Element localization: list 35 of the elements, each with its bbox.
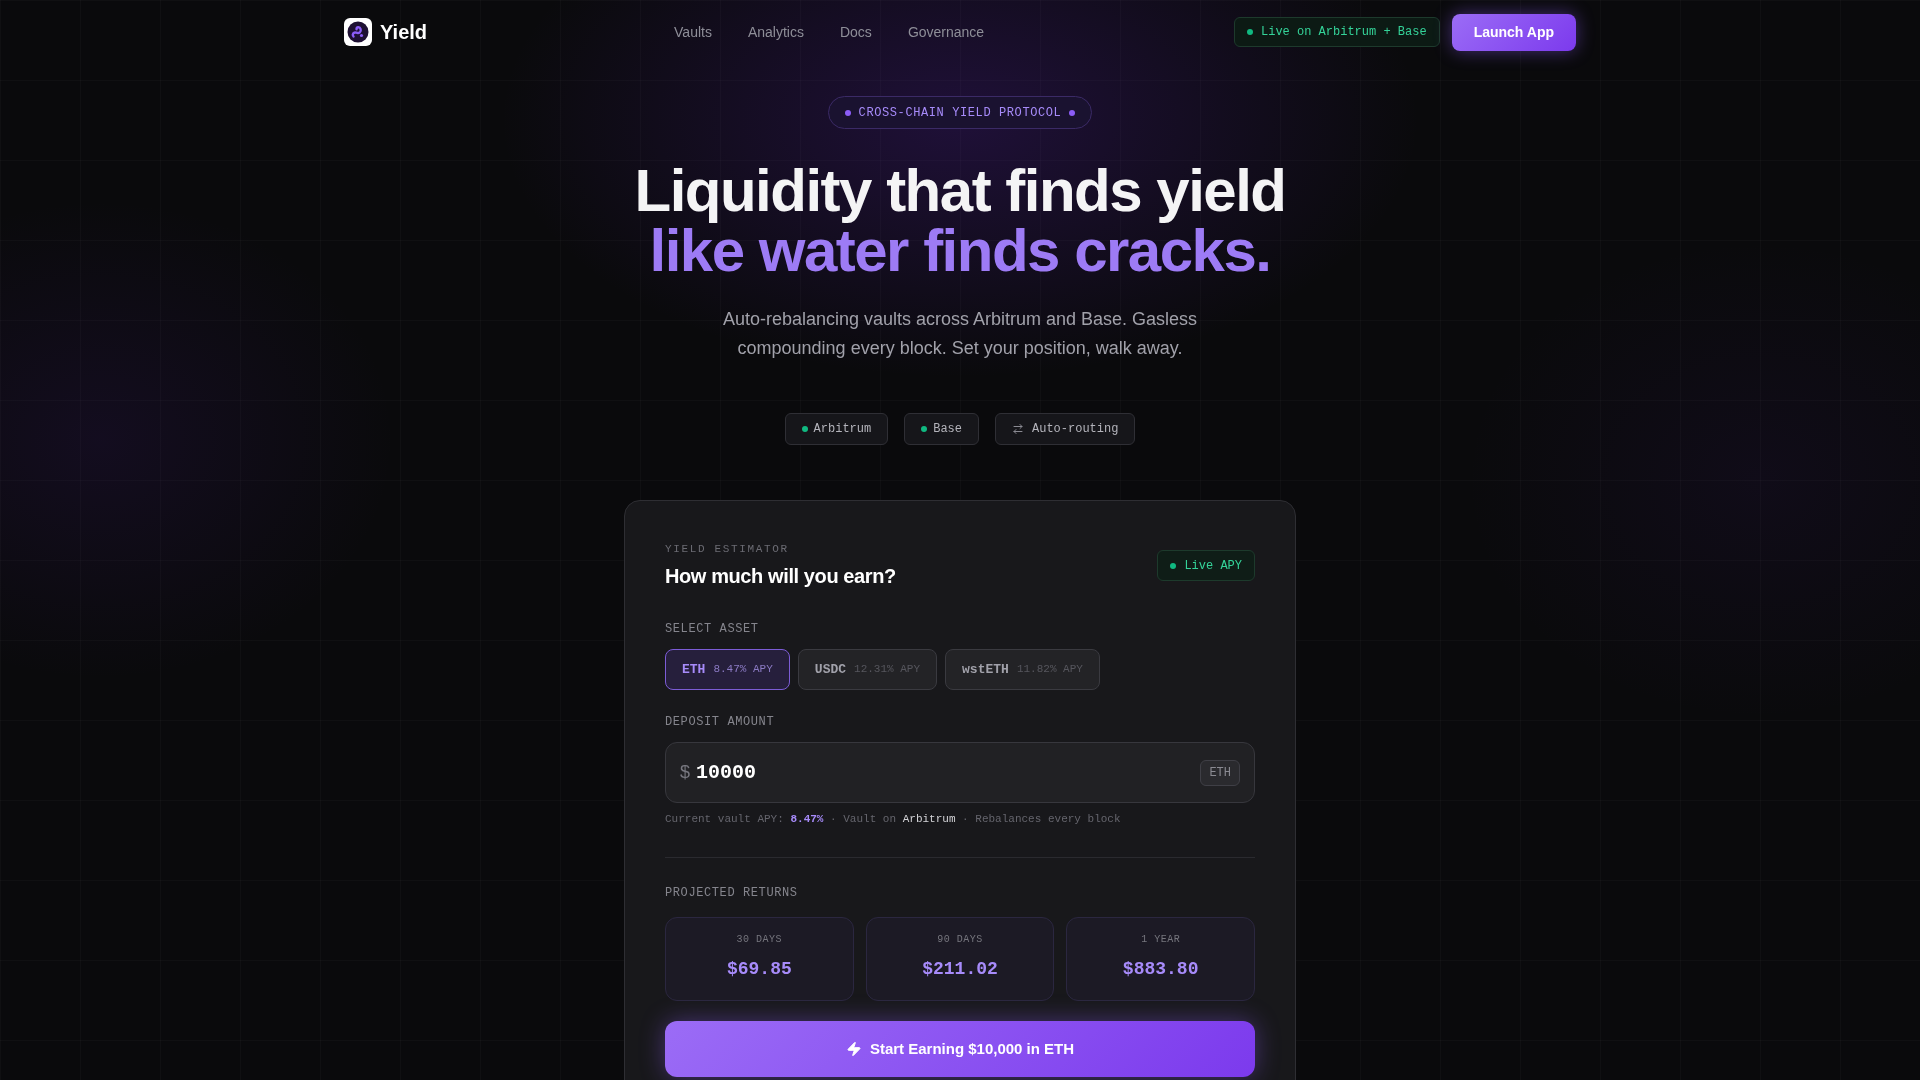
swap-arrows-icon <box>1012 423 1024 435</box>
chip-label: Base <box>933 421 962 438</box>
status-text: Live on Arbitrum + Base <box>1261 24 1427 41</box>
logo-text: Yield <box>380 20 428 45</box>
nav-link[interactable]: Docs <box>839 21 872 43</box>
card-title: How much will you earn? <box>665 564 896 589</box>
launch-app-button[interactable]: Launch App <box>1451 13 1576 51</box>
nav-link[interactable]: Governance <box>907 21 985 43</box>
period-label: 90 DAYS <box>937 933 983 947</box>
return-amount: $211.02 <box>922 958 998 981</box>
period-label: 1 YEAR <box>1141 933 1181 947</box>
unit-tag: ETH <box>1200 759 1240 786</box>
nav-link[interactable]: Vaults <box>674 21 712 43</box>
section-label: PROJECTED RETURNS <box>665 885 798 901</box>
nav-link[interactable]: Analytics <box>747 21 804 43</box>
field-label: SELECT ASSET <box>665 621 759 637</box>
currency-symbol: $ <box>680 761 690 784</box>
chip-label: Auto-routing <box>1032 421 1119 438</box>
badge-text: Live APY <box>1184 557 1242 575</box>
amount-input[interactable]: 10000 <box>696 757 1201 788</box>
logo-icon <box>344 18 372 46</box>
vault-info-text: Current vault APY: 8.47% · Vault on Arbitrum · Rebalances every block <box>665 812 1121 827</box>
return-amount: $69.85 <box>726 958 792 981</box>
hero-subtitle: Auto-rebalancing vaults across Arbitrum and Base. Gasless compounding every block. Set your position, walk away. <box>721 308 1199 360</box>
return-amount: $883.80 <box>1122 958 1199 981</box>
deposit-amount-field[interactable]: $ 10000 ETH <box>665 742 1255 803</box>
asset-option[interactable]: ETH 8.47% APY <box>665 649 790 690</box>
bolt-icon <box>845 1041 862 1057</box>
headline: Liquidity that finds yield <box>634 161 1286 221</box>
start-earning-button[interactable]: Start Earning $10,000 in ETH <box>665 1021 1255 1077</box>
field-label: DEPOSIT AMOUNT <box>665 714 775 730</box>
badge-text: CROSS-CHAIN YIELD PROTOCOL <box>858 104 1062 122</box>
section-eyebrow: YIELD ESTIMATOR <box>665 542 789 557</box>
chip-label: Arbitrum <box>813 421 872 438</box>
period-label: 30 DAYS <box>736 933 783 947</box>
